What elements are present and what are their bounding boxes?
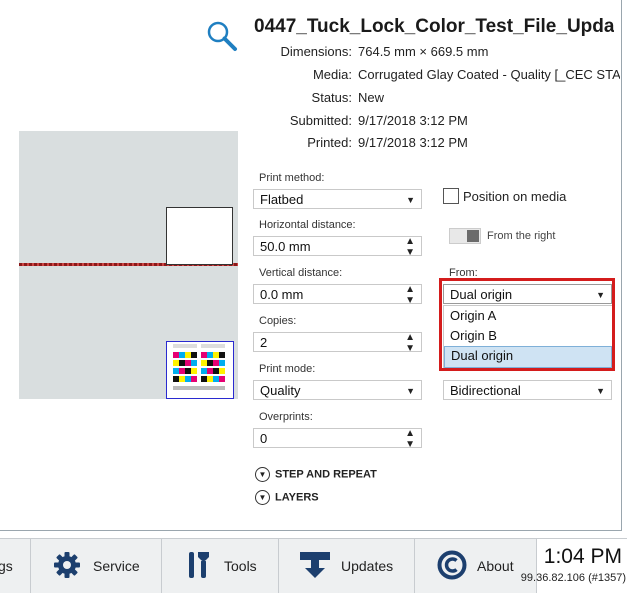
download-icon: [300, 552, 330, 578]
meta-value: 9/17/2018 3:12 PM: [358, 113, 468, 128]
tools-button[interactable]: Tools: [161, 539, 278, 593]
copies-value: 2: [260, 335, 268, 350]
meta-label: Status:: [311, 90, 352, 105]
from-the-right-label: From the right: [487, 230, 556, 242]
meta-value: 9/17/2018 3:12 PM: [358, 135, 468, 150]
meta-status: Status: New: [200, 90, 620, 110]
meta-label: Submitted:: [289, 113, 352, 128]
copies-input[interactable]: 2 ▲ ▼: [253, 332, 422, 354]
layers-expander[interactable]: ▼ LAYERS: [255, 490, 319, 505]
print-mode-label: Print mode:: [259, 363, 316, 375]
media-preview[interactable]: [19, 131, 238, 399]
meta-value: Corrugated Glay Coated - Quality [_CEC S…: [358, 67, 620, 82]
chevron-down-icon: ▼: [255, 490, 270, 505]
print-mode-value: Quality: [260, 383, 301, 398]
chevron-down-icon: ▼: [406, 195, 415, 205]
step-and-repeat-label: STEP AND REPEAT: [275, 468, 377, 481]
clock-time: 1:04 PM: [543, 545, 622, 568]
meta-label: Media:: [312, 67, 352, 82]
vertical-distance-input[interactable]: 0.0 mm ▲ ▼: [253, 284, 422, 306]
tools-label: Tools: [224, 558, 257, 574]
position-on-media-checkbox[interactable]: [443, 188, 459, 204]
meta-label: Printed:: [307, 135, 352, 150]
tools-icon: [189, 552, 209, 578]
horizontal-distance-value: 50.0 mm: [260, 239, 311, 254]
highlight-box: [439, 278, 615, 371]
spinner-icon[interactable]: ▲ ▼: [405, 236, 415, 258]
overprints-input[interactable]: 0 ▲ ▼: [253, 428, 422, 450]
color-test-thumbnail: [166, 341, 234, 399]
service-button[interactable]: Service: [30, 539, 161, 593]
meta-dimensions: Dimensions: 764.5 mm × 669.5 mm: [200, 44, 620, 64]
copyright-icon: [437, 550, 467, 580]
taskbar: gs Service Tools Updates About 1:04 PM 9…: [0, 538, 627, 593]
print-method-value: Flatbed: [260, 192, 304, 207]
taskbar-settings-label: gs: [0, 558, 13, 574]
meta-submitted: Submitted: 9/17/2018 3:12 PM: [200, 113, 620, 133]
taskbar-settings-button[interactable]: gs: [0, 539, 30, 593]
print-mode-select[interactable]: Quality ▼: [253, 380, 422, 400]
service-label: Service: [93, 558, 140, 574]
meta-printed: Printed: 9/17/2018 3:12 PM: [200, 135, 620, 155]
copies-label: Copies:: [259, 315, 297, 327]
vertical-distance-value: 0.0 mm: [260, 287, 304, 302]
chevron-down-icon: ▼: [596, 386, 605, 396]
job-placement-box[interactable]: [166, 207, 233, 265]
print-method-label: Print method:: [259, 172, 325, 184]
position-on-media-label[interactable]: Position on media: [463, 189, 566, 204]
meta-value: New: [358, 90, 385, 105]
job-title: 0447_Tuck_Lock_Color_Test_File_Upda...: [254, 16, 614, 37]
horizontal-distance-label: Horizontal distance:: [259, 219, 356, 231]
from-the-right-toggle[interactable]: [449, 228, 481, 244]
ip-address: 99.36.82.106 (#1357): [520, 572, 626, 584]
print-method-select[interactable]: Flatbed ▼: [253, 189, 422, 209]
spinner-icon[interactable]: ▲ ▼: [405, 284, 415, 306]
layers-label: LAYERS: [275, 491, 319, 504]
vertical-distance-label: Vertical distance:: [259, 267, 343, 279]
job-details-panel: 0447_Tuck_Lock_Color_Test_File_Upda... D…: [0, 0, 622, 531]
about-label: About: [477, 558, 514, 574]
horizontal-distance-input[interactable]: 50.0 mm ▲ ▼: [253, 236, 422, 258]
toggle-knob: [467, 230, 479, 242]
meta-media: Media: Corrugated Glay Coated - Quality …: [200, 67, 620, 87]
chevron-down-icon: ▼: [406, 386, 415, 396]
spinner-icon[interactable]: ▲ ▼: [405, 428, 415, 450]
print-direction-select[interactable]: Bidirectional ▼: [443, 380, 612, 400]
updates-label: Updates: [341, 558, 394, 574]
updates-button[interactable]: Updates: [278, 539, 414, 593]
gear-icon: [54, 552, 80, 578]
step-and-repeat-expander[interactable]: ▼ STEP AND REPEAT: [255, 467, 377, 482]
clock-panel: 1:04 PM 99.36.82.106 (#1357): [521, 539, 627, 593]
about-button[interactable]: About: [414, 539, 536, 593]
print-direction-value: Bidirectional: [450, 383, 521, 398]
overprints-value: 0: [260, 431, 268, 446]
meta-label: Dimensions:: [280, 44, 352, 59]
spinner-icon[interactable]: ▲ ▼: [405, 332, 415, 354]
meta-value: 764.5 mm × 669.5 mm: [358, 44, 489, 59]
overprints-label: Overprints:: [259, 411, 313, 423]
chevron-down-icon: ▼: [255, 467, 270, 482]
